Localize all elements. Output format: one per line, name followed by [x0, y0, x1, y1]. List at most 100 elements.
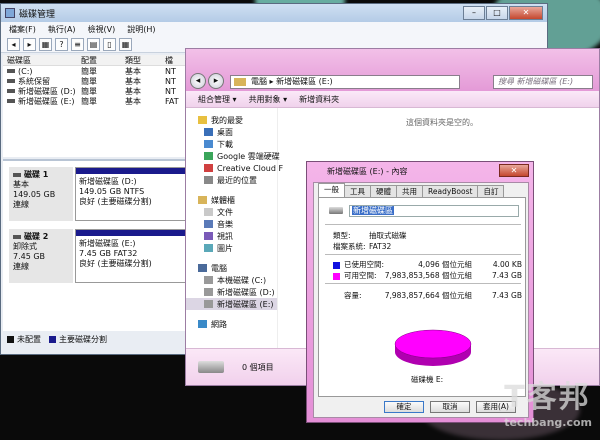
close-button[interactable]: ✕ — [509, 6, 543, 20]
drive-icon — [7, 69, 15, 73]
nav-computer[interactable]: 電腦 — [186, 262, 277, 274]
empty-folder-message: 這個資料夾是空的。 — [406, 118, 478, 127]
back-button[interactable]: ◂ — [190, 73, 206, 89]
music-icon — [204, 220, 213, 228]
volume-label-input[interactable]: 新增磁碟區 — [349, 205, 519, 217]
nav-item-music[interactable]: 音樂 — [186, 218, 277, 230]
ok-button[interactable]: 確定 — [384, 401, 424, 413]
primary-swatch — [49, 336, 56, 343]
close-button[interactable]: ✕ — [499, 164, 529, 177]
network-icon — [198, 320, 207, 328]
table-header: 磁碟區 配置 類型 檔 — [3, 55, 203, 66]
drive-icon — [204, 300, 213, 308]
general-page: 新增磁碟區 類型: 抽取式磁碟 檔案系統: FAT32 已使用空間: 4,096 個位… — [318, 197, 526, 397]
nav-item-recent[interactable]: 最近的位置 — [186, 174, 277, 186]
drive-letter-label: 磁碟機 E: — [411, 375, 444, 384]
star-icon — [198, 116, 207, 124]
nav-item-drive-e[interactable]: 新增磁碟區 (E:) — [186, 298, 277, 310]
nav-item-documents[interactable]: 文件 — [186, 206, 277, 218]
fs-row: 檔案系統: FAT32 — [333, 242, 392, 251]
grid-icon[interactable]: ▦ — [119, 37, 132, 51]
nav-item-pictures[interactable]: 圖片 — [186, 242, 277, 254]
table-row[interactable]: 新增磁碟區 (E:) 簡單 基本 FAT — [3, 96, 203, 106]
properties-dialog[interactable]: 新增磁碟區 (E:) - 內容 ✕ 一般 工具 硬體 共用 ReadyBoost… — [306, 161, 534, 423]
maximize-button[interactable]: □ — [486, 6, 508, 20]
nav-network[interactable]: 網路 — [186, 318, 277, 330]
tab-sharing[interactable]: 共用 — [396, 185, 423, 197]
table-row[interactable]: 系統保留 簡單 基本 NT — [3, 76, 203, 86]
volume-table: 磁碟區 配置 類型 檔 (C:) 簡單 基本 NT 系統保留 簡單 基本 NT … — [3, 55, 203, 157]
organize-button[interactable]: 組合管理 ▾ — [198, 94, 237, 105]
usage-pie — [394, 329, 472, 366]
tab-customize[interactable]: 自訂 — [477, 185, 505, 197]
title-bar[interactable]: 磁碟管理 – □ ✕ — [1, 4, 547, 22]
free-space-row: 可用空間: 7,983,853,568 個位元組 7.43 GB — [333, 270, 522, 281]
nav-item-videos[interactable]: 視訊 — [186, 230, 277, 242]
properties-icon[interactable]: ▤ — [87, 37, 100, 51]
partition-e[interactable]: 新增磁碟區 (E:) 7.45 GB FAT32 良好 (主要磁碟分割) — [75, 229, 189, 283]
col-volume[interactable]: 磁碟區 — [3, 55, 81, 66]
forward-button[interactable]: ▸ — [208, 73, 224, 89]
disk-1[interactable]: 磁碟 1 基本 149.05 GB 連線 新增磁碟區 (D:) 149.05 G… — [9, 167, 189, 221]
downloads-icon — [204, 140, 213, 148]
nav-item-desktop[interactable]: 桌面 — [186, 126, 277, 138]
drive-icon — [7, 79, 15, 83]
nav-item-downloads[interactable]: 下載 — [186, 138, 277, 150]
cancel-button[interactable]: 取消 — [430, 401, 470, 413]
nav-item-google-drive[interactable]: Google 雲端硬碟 — [186, 150, 280, 162]
partition-d[interactable]: 新增磁碟區 (D:) 149.05 GB NTFS 良好 (主要磁碟分割) — [75, 167, 189, 221]
drive-icon — [329, 207, 343, 214]
help-icon[interactable]: ? — [55, 37, 68, 51]
nav-favorites[interactable]: 我的最愛 — [186, 114, 277, 126]
used-swatch — [333, 261, 340, 269]
type-row: 類型: 抽取式磁碟 — [333, 231, 407, 240]
item-count: 0 個項目 — [242, 362, 274, 372]
nav-item-creative-cloud[interactable]: Creative Cloud F — [186, 162, 283, 174]
computer-icon — [198, 264, 207, 272]
tab-general[interactable]: 一般 — [318, 183, 345, 197]
col-layout[interactable]: 配置 — [81, 55, 125, 66]
recent-places-icon — [204, 176, 213, 184]
disk-2[interactable]: 磁碟 2 卸除式 7.45 GB 連線 新增磁碟區 (E:) 7.45 GB F… — [9, 229, 189, 283]
menu-action[interactable]: 執行(A) — [48, 24, 76, 35]
nav-libraries[interactable]: 媒體櫃 — [186, 194, 277, 206]
new-folder-button[interactable]: 新增資料夾 — [299, 94, 339, 105]
tab-readyboost[interactable]: ReadyBoost — [422, 185, 479, 197]
search-input[interactable]: 搜尋 新增磁碟區 (E:) — [493, 75, 593, 89]
disk-label[interactable]: 磁碟 2 卸除式 7.45 GB 連線 — [9, 229, 73, 283]
table-row[interactable]: 新增磁碟區 (D:) 簡單 基本 NT — [3, 86, 203, 96]
dialog-content: 一般 工具 硬體 共用 ReadyBoost 自訂 新增磁碟區 類型: 抽取式磁碟… — [313, 182, 529, 418]
grid-icon[interactable]: ▦ — [39, 37, 52, 51]
tab-tools[interactable]: 工具 — [344, 185, 371, 197]
library-icon — [198, 196, 207, 204]
share-with-button[interactable]: 共用對象 ▾ — [249, 94, 288, 105]
used-space-row: 已使用空間: 4,096 個位元組 4.00 KB — [333, 259, 522, 270]
forward-icon[interactable]: ▸ — [23, 37, 36, 51]
breadcrumb-drive[interactable]: 新增磁碟區 (E:) — [276, 77, 333, 86]
tab-hardware[interactable]: 硬體 — [370, 185, 397, 197]
document-icon[interactable]: ▯ — [103, 37, 116, 51]
minimize-button[interactable]: – — [463, 6, 485, 20]
dialog-title-bar[interactable]: 新增磁碟區 (E:) - 內容 ✕ — [307, 162, 533, 180]
removable-drive-icon — [198, 361, 224, 373]
menu-help[interactable]: 說明(H) — [127, 24, 155, 35]
nav-item-drive-d[interactable]: 新增磁碟區 (D:) — [186, 286, 277, 298]
breadcrumb-computer[interactable]: 電腦 — [251, 77, 267, 86]
menu-view[interactable]: 檢視(V) — [88, 24, 116, 35]
table-row[interactable]: (C:) 簡單 基本 NT — [3, 66, 203, 76]
nav-item-drive-c[interactable]: 本機磁碟 (C:) — [186, 274, 277, 286]
col-type[interactable]: 類型 — [125, 55, 165, 66]
dialog-buttons: 確定 取消 套用(A) — [384, 401, 516, 413]
videos-icon — [204, 232, 213, 240]
menu-file[interactable]: 檔案(F) — [9, 24, 36, 35]
dialog-title: 新增磁碟區 (E:) - 內容 — [327, 166, 408, 176]
list-icon[interactable]: ≡ — [71, 37, 84, 51]
desktop-icon — [204, 128, 213, 136]
menu-bar: 檔案(F) 執行(A) 檢視(V) 說明(H) — [1, 22, 547, 36]
pie-free-slice — [394, 329, 472, 359]
unallocated-swatch — [7, 336, 14, 343]
pictures-icon — [204, 244, 213, 252]
disk-label[interactable]: 磁碟 1 基本 149.05 GB 連線 — [9, 167, 73, 221]
address-bar[interactable]: 電腦 ▸ 新增磁碟區 (E:) — [230, 75, 460, 89]
back-icon[interactable]: ◂ — [7, 37, 20, 51]
